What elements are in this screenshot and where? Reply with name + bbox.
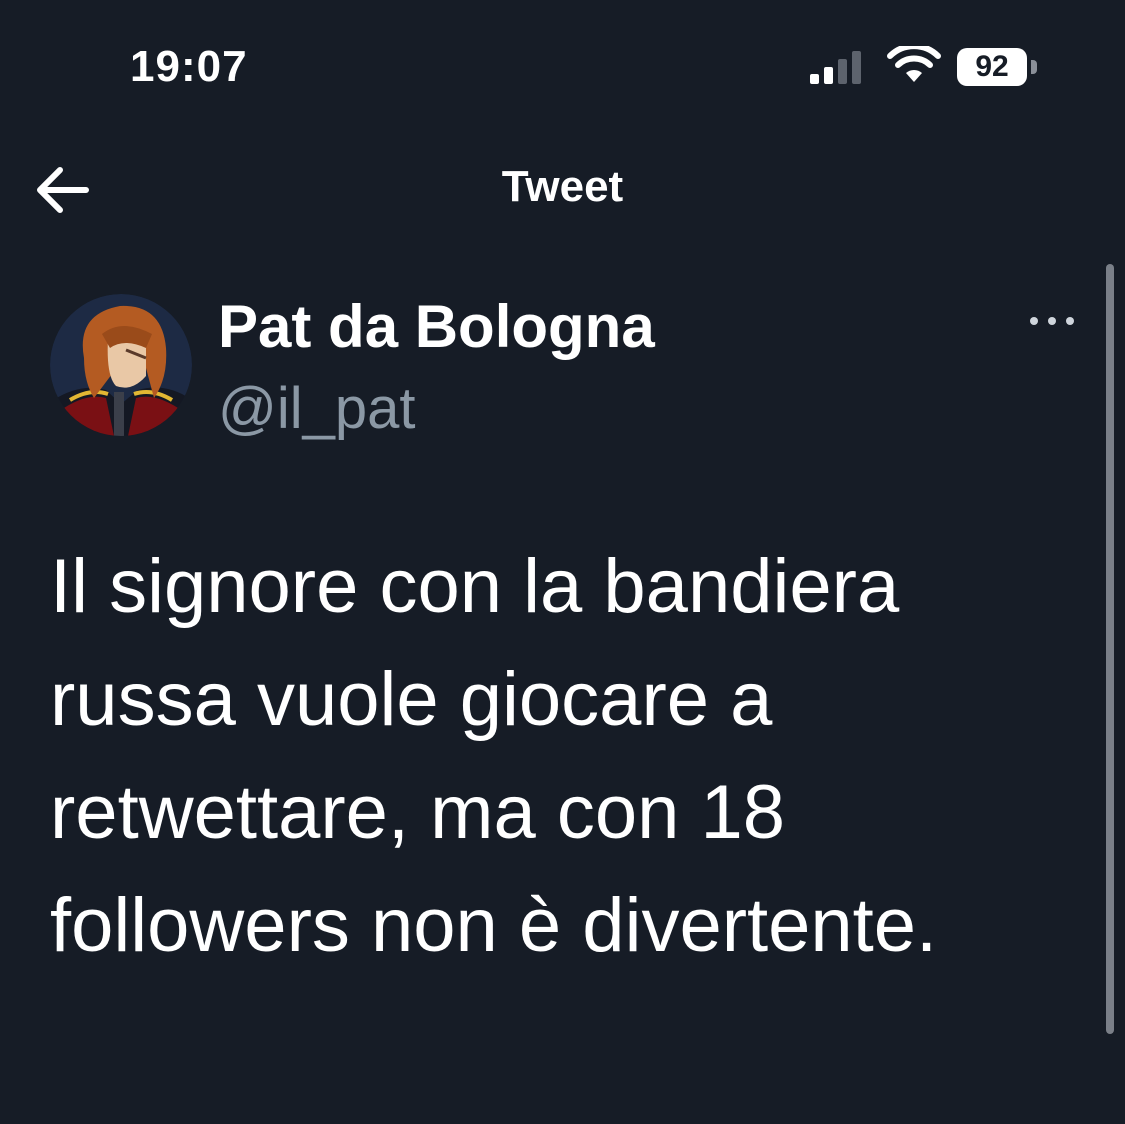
author-display-name[interactable]: Pat da Bologna xyxy=(218,292,655,362)
status-bar: 19:07 92 xyxy=(0,0,1125,130)
tweet-text: Il signore con la bandiera russa vuole g… xyxy=(50,544,938,968)
page-title: Tweet xyxy=(501,162,624,211)
avatar[interactable] xyxy=(50,294,192,436)
nav-bar: Tweet xyxy=(0,140,1125,240)
status-time: 19:07 xyxy=(130,42,248,91)
battery-icon: 92 xyxy=(957,48,1041,86)
cellular-signal-icon xyxy=(810,50,870,86)
battery-level: 92 xyxy=(975,50,1009,83)
battery-tip xyxy=(1031,60,1037,74)
scrollbar[interactable] xyxy=(1106,264,1114,1034)
tweet-author-header: Pat da Bologna @il_pat xyxy=(0,280,1125,450)
more-options-button[interactable] xyxy=(1024,306,1080,336)
wifi-icon xyxy=(886,43,942,86)
author-handle[interactable]: @il_pat xyxy=(218,374,416,444)
ellipsis-icon xyxy=(1030,317,1074,325)
